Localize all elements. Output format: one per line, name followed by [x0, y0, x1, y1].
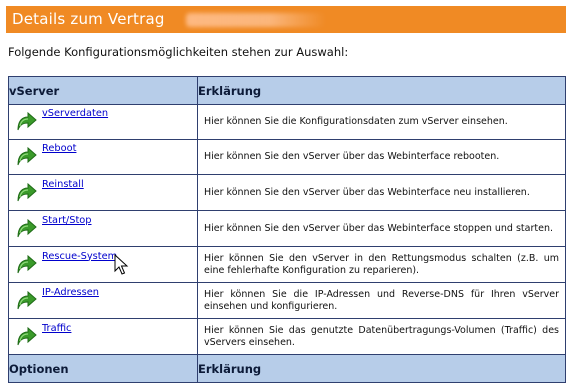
green-arrow-icon[interactable]: [15, 147, 37, 167]
row-description: Hier können Sie den vServer in den Rettu…: [204, 252, 559, 276]
row-description: Hier können Sie die IP-Adressen und Reve…: [204, 288, 559, 312]
green-arrow-icon[interactable]: [15, 218, 37, 239]
table-row: IP-Adressen Hier können Sie die IP-Adres…: [8, 282, 566, 319]
table-row: Rescue-System Hier können Sie den vServe…: [8, 246, 566, 283]
table-row: Start/Stop Hier können Sie den vServer ü…: [8, 210, 566, 247]
link-rescue-system[interactable]: Rescue-System: [42, 251, 117, 262]
options-table: vServer Erklärung vServerdaten Hier könn…: [8, 76, 566, 383]
title-bar: Details zum Vertrag: [6, 6, 566, 33]
link-vserverdaten[interactable]: vServerdaten: [42, 108, 108, 119]
row-description: Hier können Sie den vServer über das Web…: [204, 186, 530, 198]
link-reinstall[interactable]: Reinstall: [42, 179, 84, 190]
table-header: vServer Erklärung: [8, 76, 566, 105]
link-ip-adressen[interactable]: IP-Adressen: [42, 287, 99, 298]
green-arrow-icon[interactable]: [15, 182, 37, 203]
table-row: vServerdaten Hier können Sie die Konfigu…: [8, 104, 566, 140]
row-description: Hier können Sie das genutzte Datenübertr…: [204, 324, 559, 348]
row-description: Hier können Sie den vServer über das Web…: [204, 222, 553, 234]
table-row: Traffic Hier können Sie das genutzte Dat…: [8, 318, 566, 355]
mouse-pointer-icon: [114, 254, 129, 275]
table-row: Reboot Hier können Sie den vServer über …: [8, 139, 566, 175]
page-title: Details zum Vertrag: [12, 10, 165, 28]
header-vserver: vServer: [8, 76, 198, 105]
link-start-stop[interactable]: Start/Stop: [42, 215, 92, 226]
table-footer-header: Optionen Erklärung: [8, 354, 566, 383]
row-description: Hier können Sie die Konfigurationsdaten …: [204, 116, 508, 127]
green-arrow-icon[interactable]: [15, 112, 37, 132]
row-description: Hier können Sie den vServer über das Web…: [204, 151, 500, 162]
header-optionen: Optionen: [8, 354, 198, 383]
header-erklaerung-2: Erklärung: [197, 354, 566, 383]
green-arrow-icon[interactable]: [15, 254, 37, 275]
redacted-contract-id: [186, 13, 326, 27]
link-reboot[interactable]: Reboot: [42, 143, 76, 154]
link-traffic[interactable]: Traffic: [42, 323, 71, 334]
green-arrow-icon[interactable]: [15, 290, 37, 311]
intro-text: Folgende Konfigurationsmöglichkeiten ste…: [8, 45, 349, 59]
header-erklaerung: Erklärung: [197, 76, 566, 105]
green-arrow-icon[interactable]: [15, 326, 37, 347]
table-row: Reinstall Hier können Sie den vServer üb…: [8, 174, 566, 211]
